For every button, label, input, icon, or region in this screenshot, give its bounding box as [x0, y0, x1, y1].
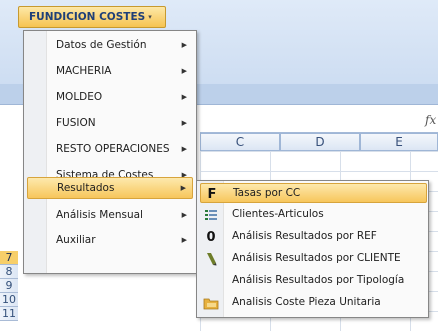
chevron-right-icon: ▶ — [181, 119, 187, 127]
menu-item-label: MACHERIA — [56, 65, 112, 77]
submenu-item-label: Análisis Resultados por Tipología — [232, 274, 405, 286]
resultados-submenu: F Tasas por CC Clientes-Articulos 0 Anál… — [196, 180, 429, 318]
bold-f-icon: F — [207, 186, 217, 202]
fundicion-costes-menu: Datos de Gestión ▶ MACHERIA ▶ MOLDEO ▶ F… — [23, 30, 197, 274]
chevron-right-icon: ▶ — [181, 145, 187, 153]
menu-item-fusion[interactable]: FUSION ▶ — [27, 112, 193, 134]
zero-icon: 0 — [206, 229, 216, 245]
fx-icon[interactable]: fx — [425, 113, 436, 127]
menu-item-label: FUSION — [56, 117, 96, 129]
column-header-c[interactable]: C — [200, 133, 280, 151]
menu-item-resultados[interactable]: Resultados ▶ — [27, 177, 193, 199]
menu-item-label: Resultados — [57, 182, 115, 194]
menu-item-label: MOLDEO — [56, 91, 103, 103]
chevron-right-icon: ▶ — [180, 184, 186, 192]
menu-item-moldeo[interactable]: MOLDEO ▶ — [27, 86, 193, 108]
submenu-item-label: Análisis Resultados por CLIENTE — [232, 252, 401, 264]
chevron-right-icon: ▶ — [181, 211, 187, 219]
formula-bar[interactable]: fx — [200, 110, 438, 133]
addin-button-label: FUNDICION COSTES — [29, 11, 146, 23]
row-headers: 7 8 9 10 11 — [0, 251, 18, 321]
menu-item-analisis-mensual[interactable]: Análisis Mensual ▶ — [27, 204, 193, 226]
chevron-right-icon: ▶ — [181, 236, 187, 244]
fundicion-costes-menu-button[interactable]: FUNDICION COSTES ▾ — [18, 6, 166, 28]
chevron-right-icon: ▶ — [181, 67, 187, 75]
chevron-right-icon: ▶ — [181, 41, 187, 49]
submenu-item-clientes-articulos[interactable]: Clientes-Articulos — [200, 205, 427, 225]
chevron-right-icon: ▶ — [181, 93, 187, 101]
submenu-item-tasas-por-cc[interactable]: F Tasas por CC — [200, 183, 427, 203]
menu-item-label: Auxiliar — [56, 234, 96, 246]
menu-item-resto-operaciones[interactable]: RESTO OPERACIONES ▶ — [27, 138, 193, 160]
submenu-item-label: Clientes-Articulos — [232, 208, 324, 220]
submenu-item-analisis-tipologia[interactable]: Análisis Resultados por Tipología — [200, 271, 427, 291]
row-header-9[interactable]: 9 — [0, 279, 18, 293]
pencil-icon — [202, 250, 220, 268]
column-header-e[interactable]: E — [360, 133, 438, 151]
submenu-item-label: Análisis Resultados por REF — [232, 230, 377, 242]
menu-item-label: Datos de Gestión — [56, 39, 147, 51]
column-header-d[interactable]: D — [280, 133, 360, 151]
row-header-8[interactable]: 8 — [0, 265, 18, 279]
submenu-item-coste-pieza-unitaria[interactable]: Analisis Coste Pieza Unitaria — [200, 293, 427, 313]
menu-item-label: Análisis Mensual — [56, 209, 143, 221]
submenu-item-label: Analisis Coste Pieza Unitaria — [232, 296, 381, 308]
dropdown-arrow-icon: ▾ — [148, 13, 152, 21]
menu-item-auxiliar[interactable]: Auxiliar ▶ — [27, 229, 193, 251]
menu-item-label: RESTO OPERACIONES — [56, 143, 170, 155]
submenu-item-analisis-ref[interactable]: 0 Análisis Resultados por REF — [200, 227, 427, 247]
folder-icon — [202, 294, 220, 312]
row-header-7[interactable]: 7 — [0, 251, 18, 265]
submenu-item-analisis-cliente[interactable]: Análisis Resultados por CLIENTE — [200, 249, 427, 269]
menu-item-datos-de-gestion[interactable]: Datos de Gestión ▶ — [27, 34, 193, 56]
menu-item-macheria[interactable]: MACHERIA ▶ — [27, 60, 193, 82]
list-icon — [202, 206, 220, 224]
row-header-10[interactable]: 10 — [0, 293, 18, 307]
row-header-11[interactable]: 11 — [0, 307, 18, 321]
submenu-item-label: Tasas por CC — [233, 187, 301, 199]
